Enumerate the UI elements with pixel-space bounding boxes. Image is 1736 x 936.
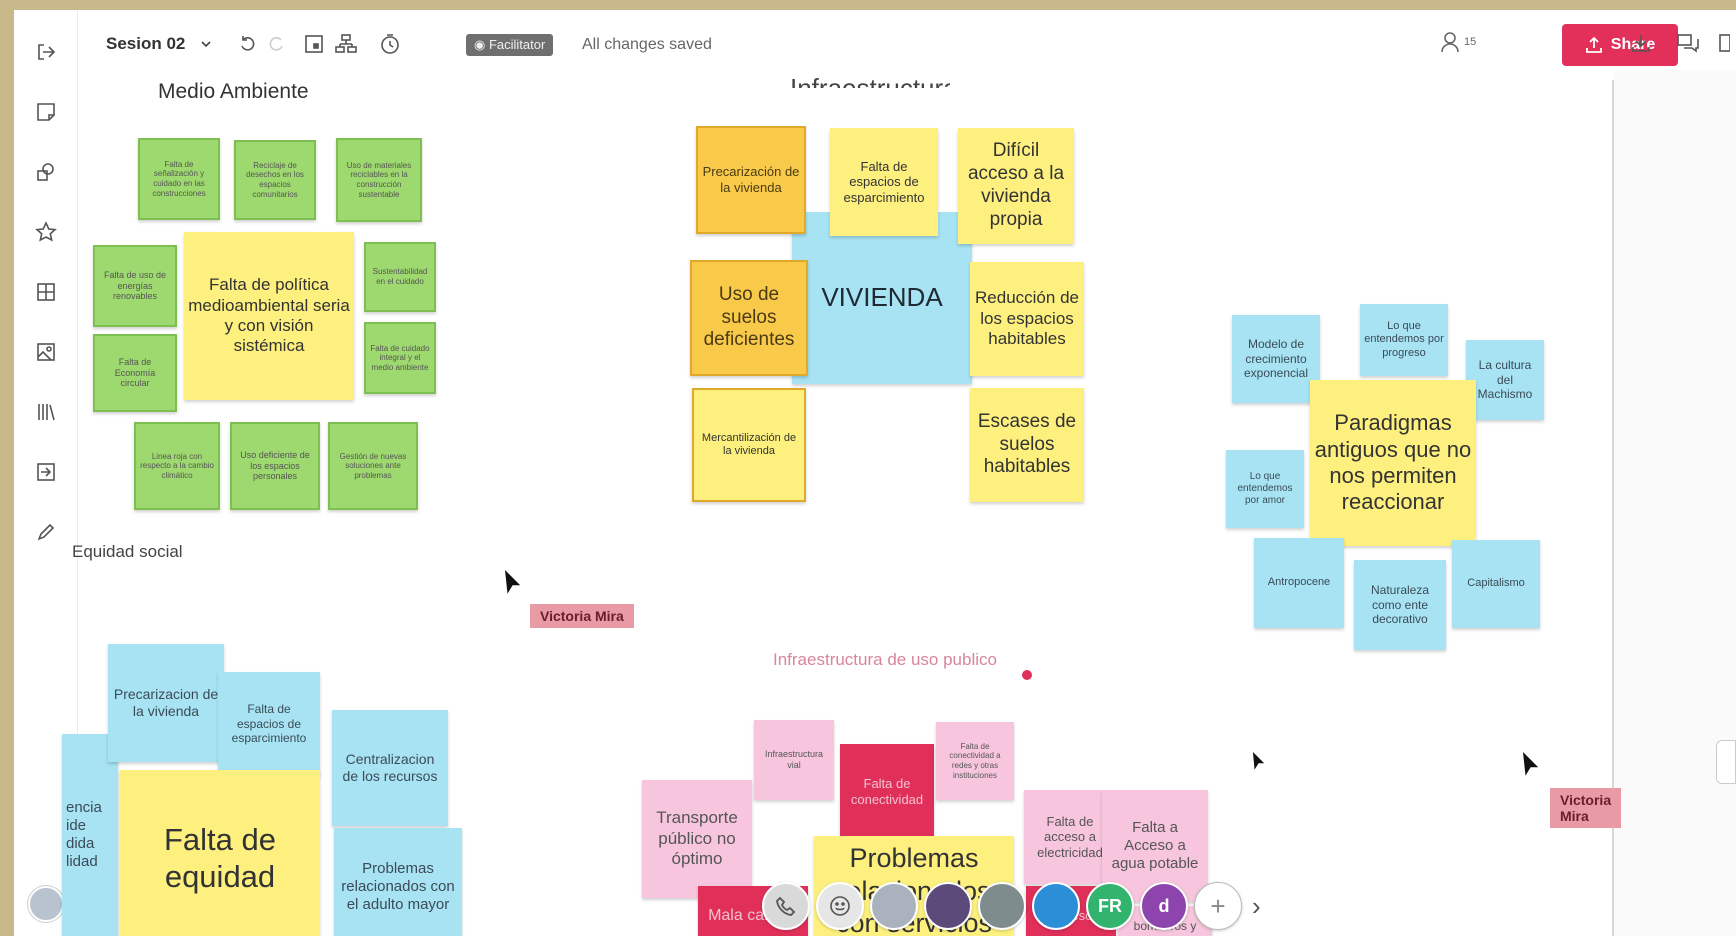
sticky-note[interactable]: Transporte público no óptimo	[642, 780, 752, 898]
sticky-note[interactable]: Mercantilización de la vivienda	[692, 388, 806, 502]
sticky-note[interactable]: Uso de materiales reciclables en la cons…	[336, 138, 422, 222]
collaborator-name-tag: Victoria Mira	[530, 604, 634, 628]
collaborator-cursor-icon	[502, 565, 524, 605]
star-icon[interactable]	[32, 218, 60, 246]
side-panel-area	[1614, 70, 1736, 936]
library-icon[interactable]	[32, 398, 60, 426]
chevron-right-icon[interactable]: ›	[1248, 891, 1261, 922]
sticky-note[interactable]: Falta de conectividad	[840, 744, 934, 840]
sticky-note[interactable]: Sustentabilidad en el cuidado	[364, 242, 436, 312]
emoji-icon[interactable]	[816, 882, 864, 930]
participant-avatar[interactable]	[870, 882, 918, 930]
participant-avatar[interactable]	[978, 882, 1026, 930]
sticky-note[interactable]: Falta de cuidado integral y el medio amb…	[364, 322, 436, 394]
sticky-note[interactable]: Falta de uso de energías renovables	[93, 245, 177, 327]
pen-icon[interactable]	[32, 518, 60, 546]
sticky-note-main[interactable]: Falta de equidad	[120, 770, 320, 936]
exit-icon[interactable]	[32, 38, 60, 66]
import-icon[interactable]	[32, 458, 60, 486]
side-panel-toggle[interactable]	[1716, 740, 1736, 784]
pointer-cursor-icon	[1250, 748, 1268, 781]
sticky-note[interactable]: Difícil acceso a la vivienda propia	[958, 128, 1074, 244]
sticky-note[interactable]: Capitalismo	[1452, 540, 1540, 628]
vivienda-center[interactable]: VIVIENDA	[792, 212, 972, 384]
sticky-note[interactable]: Falta de señalización y cuidado en las c…	[138, 138, 220, 220]
image-icon[interactable]	[32, 338, 60, 366]
section-infraestructura: Infraestructura	[790, 73, 950, 88]
whiteboard-canvas[interactable]: Medio Ambiente Infraestructura Equidad s…	[62, 10, 1622, 936]
add-participant-icon[interactable]: +	[1194, 882, 1242, 930]
sticky-note[interactable]: Linea roja con respecto a la cambio clim…	[134, 422, 220, 510]
sticky-note[interactable]: Naturaleza como ente decorativo	[1354, 560, 1446, 650]
download-icon[interactable]	[1630, 32, 1652, 59]
sticky-note[interactable]: Reducción de los espacios habitables	[970, 262, 1084, 376]
sticky-note[interactable]: Antropocene	[1254, 538, 1344, 628]
sticky-note[interactable]: Falta de espacios de esparcimiento	[218, 672, 320, 776]
comments-icon[interactable]	[1676, 32, 1700, 59]
sticky-note[interactable]: Falta de conectividad a redes y otras in…	[936, 722, 1014, 800]
sticky-note[interactable]: Escases de suelos habitables	[970, 388, 1084, 502]
paradigmas-center[interactable]: Paradigmas antiguos que no nos permiten …	[1310, 380, 1476, 546]
sticky-note[interactable]: Centralizacion de los recursos	[332, 710, 448, 826]
sticky-note[interactable]: Uso de suelos deficientes	[690, 260, 808, 376]
sticky-note-partial[interactable]: encia ide dida lidad	[62, 734, 118, 936]
section-medio-ambiente: Medio Ambiente	[158, 80, 309, 103]
sticky-note[interactable]: La cultura del Machismo	[1466, 340, 1544, 420]
grid-icon[interactable]	[32, 278, 60, 306]
app-window: Sesion 02 ◉ Facilitator All changes save…	[14, 10, 1736, 936]
sticky-note[interactable]: Precarizacion de la vivienda	[108, 644, 224, 762]
collaborator-cursor-icon	[1520, 747, 1542, 787]
sticky-note[interactable]: Precarización de la vivienda	[696, 126, 806, 234]
sticky-note[interactable]: Uso deficiente de los espacios personale…	[230, 422, 320, 510]
sticky-note-icon[interactable]	[32, 98, 60, 126]
sticky-note-main[interactable]: Falta de política medioambiental seria y…	[184, 232, 354, 400]
sticky-note[interactable]: Reciclaje de desechos en los espacios co…	[234, 140, 316, 220]
phone-icon[interactable]	[762, 882, 810, 930]
sticky-note[interactable]: Gestión de nuevas soluciones ante proble…	[328, 422, 418, 510]
sticky-note[interactable]: Problemas relacionados con el adulto may…	[334, 828, 462, 936]
text-cursor-dot	[1022, 670, 1032, 680]
participant-initials-avatar[interactable]: d	[1140, 882, 1188, 930]
collaborator-name-tag: Victoria Mira	[1550, 788, 1622, 828]
participant-avatar[interactable]	[924, 882, 972, 930]
sticky-note[interactable]: Infraestructura vial	[754, 720, 834, 800]
sticky-note[interactable]: Modelo de crecimiento exponencial	[1232, 315, 1320, 403]
call-dock: FR d + ›	[762, 880, 1261, 932]
sticky-note[interactable]: Falta de espacios de esparcimiento	[830, 128, 938, 236]
sticky-note[interactable]: Lo que entendemos por amor	[1226, 450, 1304, 528]
section-infra-publica: Infraestructura de uso publico	[773, 650, 997, 669]
shapes-icon[interactable]	[32, 158, 60, 186]
section-equidad-social: Equidad social	[72, 542, 183, 561]
participant-avatar[interactable]	[1032, 882, 1080, 930]
panel-icon[interactable]	[1718, 32, 1731, 59]
sticky-note[interactable]: Falta de Economía circular	[93, 334, 177, 412]
sticky-note[interactable]: Lo que entendemos por progreso	[1360, 304, 1448, 376]
user-avatar[interactable]	[28, 886, 64, 922]
participant-initials-avatar[interactable]: FR	[1086, 882, 1134, 930]
